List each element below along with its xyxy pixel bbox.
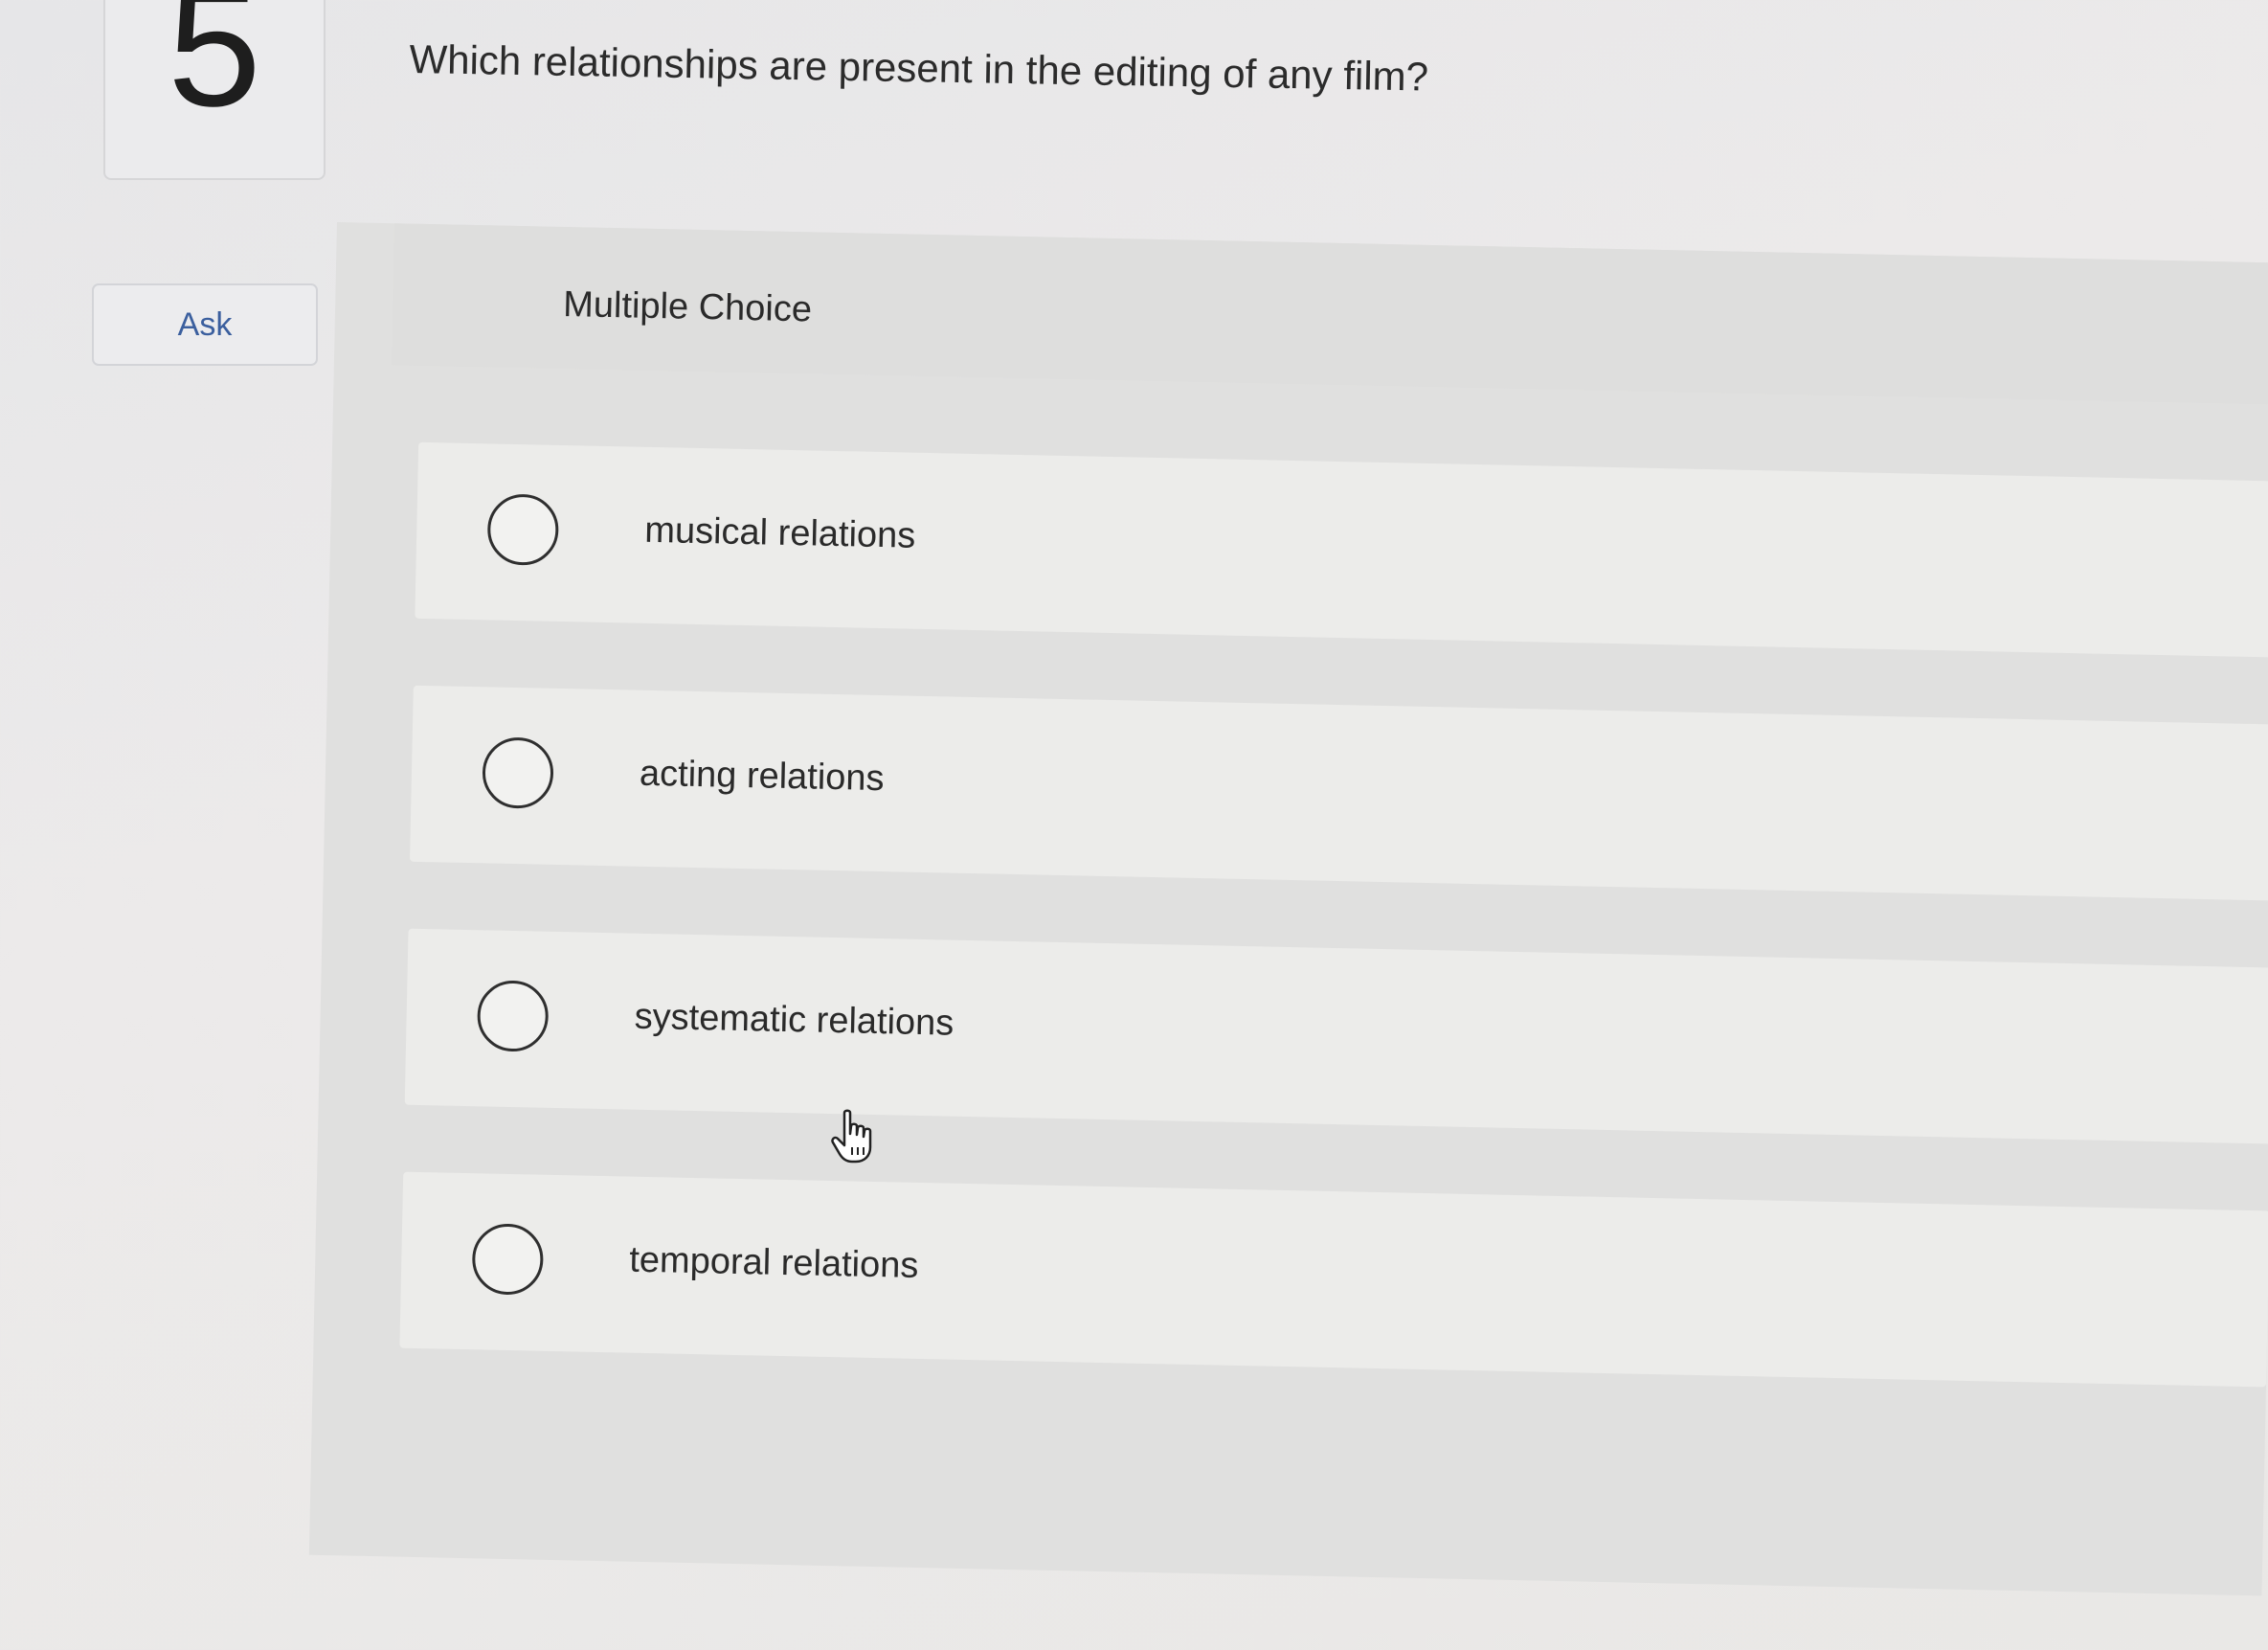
option-label: acting relations bbox=[639, 753, 885, 800]
panel-header: Multiple Choice bbox=[391, 223, 2268, 405]
option-label: temporal relations bbox=[628, 1239, 919, 1286]
option-musical-relations[interactable]: musical relations bbox=[415, 441, 2268, 658]
ask-button[interactable]: Ask bbox=[92, 283, 318, 366]
hand-pointer-icon bbox=[831, 1109, 872, 1164]
radio-unselected-icon[interactable] bbox=[476, 980, 550, 1052]
option-temporal-relations[interactable]: temporal relations bbox=[399, 1171, 2268, 1388]
option-acting-relations[interactable]: acting relations bbox=[410, 685, 2268, 901]
question-number: 5 bbox=[168, 0, 261, 142]
radio-unselected-icon[interactable] bbox=[486, 493, 560, 566]
option-systematic-relations[interactable]: systematic relations bbox=[404, 928, 2268, 1144]
answer-panel: Multiple Choice musical relations acting… bbox=[308, 222, 2268, 1596]
option-label: musical relations bbox=[643, 509, 916, 556]
question-text: Which relationships are present in the e… bbox=[409, 36, 1429, 100]
option-label: systematic relations bbox=[634, 996, 954, 1044]
question-type-label: Multiple Choice bbox=[562, 283, 813, 330]
radio-unselected-icon[interactable] bbox=[471, 1223, 545, 1296]
question-number-box: 5 bbox=[103, 0, 326, 180]
radio-unselected-icon[interactable] bbox=[482, 736, 554, 809]
